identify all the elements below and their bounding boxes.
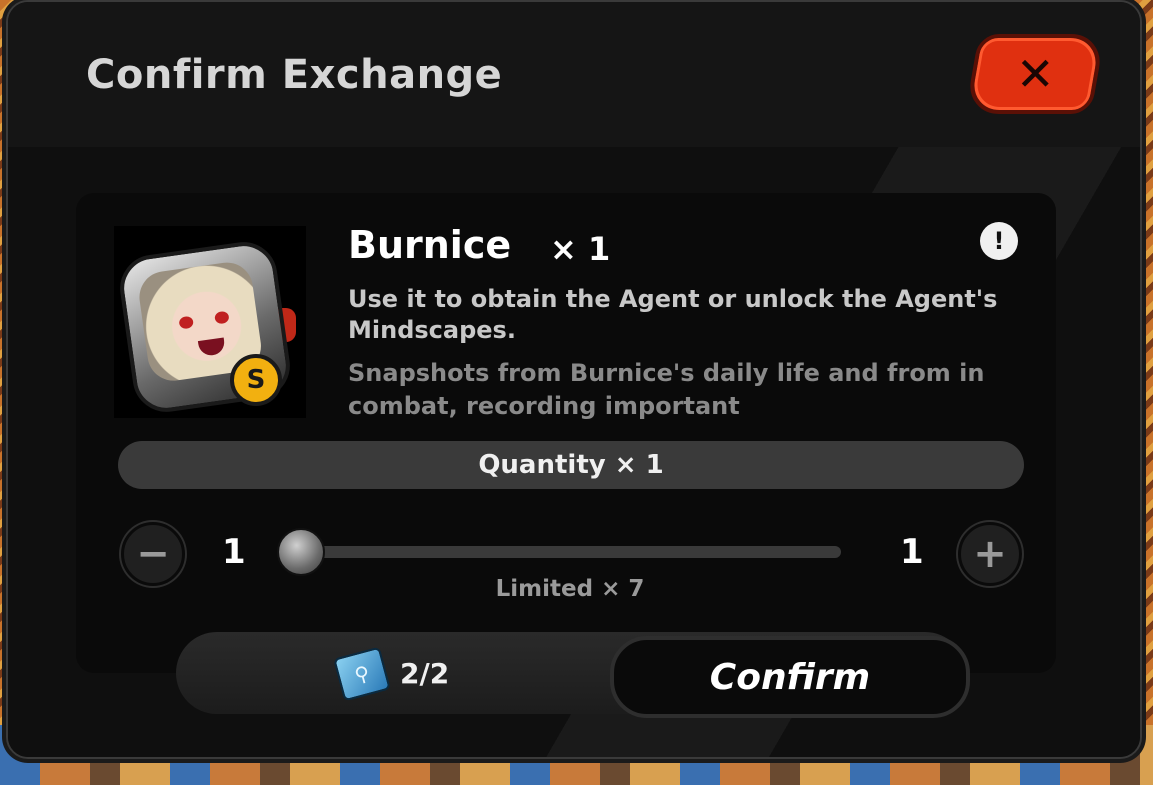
dialog-title: Confirm Exchange (86, 52, 503, 98)
plus-icon: + (973, 531, 1007, 577)
item-description: Use it to obtain the Agent or unlock the… (348, 285, 998, 344)
slider-max-value: 1 (900, 532, 924, 572)
quantity-slider-track[interactable] (285, 546, 841, 558)
decrease-quantity-button[interactable]: − (121, 522, 185, 586)
item-count: × 1 (550, 230, 611, 268)
portrait-eye-right (214, 310, 230, 325)
item-image: S (114, 226, 306, 418)
confirm-button[interactable]: Confirm (610, 636, 970, 718)
quantity-label: Quantity × 1 (118, 441, 1024, 489)
increase-quantity-button[interactable]: + (958, 522, 1022, 586)
quantity-slider-handle[interactable] (277, 528, 325, 576)
portrait-mouth (197, 337, 226, 357)
close-icon: ✕ (1015, 47, 1055, 101)
rank-badge: S (230, 354, 282, 406)
slider-min-value: 1 (222, 532, 246, 572)
info-icon[interactable]: ! (980, 222, 1018, 260)
item-flavor-text[interactable]: Snapshots from Burnice's daily life and … (348, 357, 1008, 419)
item-name: Burnice (348, 223, 512, 267)
cost-amount: 2/2 (400, 657, 450, 690)
portrait-eye-left (178, 315, 194, 330)
exchange-limit: Limited × 7 (495, 576, 645, 602)
minus-icon: − (136, 531, 170, 577)
close-button[interactable]: ✕ (964, 34, 1106, 114)
